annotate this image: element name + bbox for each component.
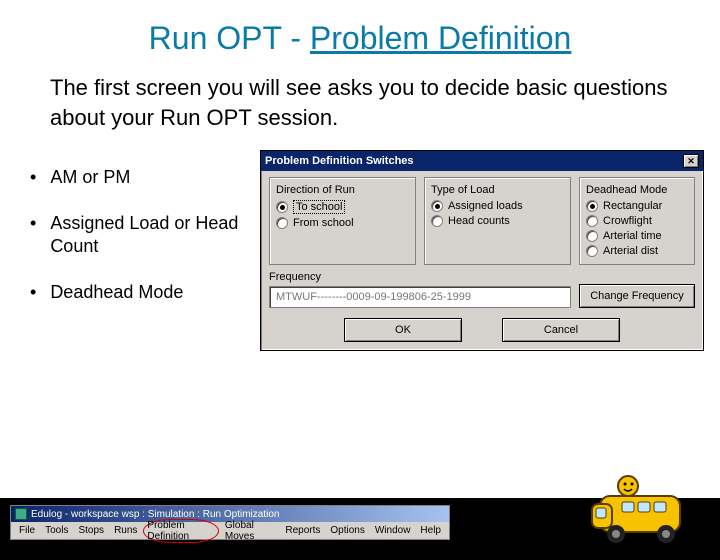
radio-head-counts[interactable]: Head counts — [431, 215, 564, 227]
radio-label: Arterial time — [603, 230, 662, 242]
dialog-title: Problem Definition Switches — [265, 155, 683, 167]
radio-label: Assigned loads — [448, 200, 523, 212]
frequency-label: Frequency — [269, 271, 571, 283]
menu-tools[interactable]: Tools — [41, 524, 72, 537]
frequency-input[interactable]: MTWUF--------0009-09-199806-25-1999 — [269, 286, 571, 308]
button-label: OK — [395, 324, 411, 336]
bus-icon — [582, 474, 702, 550]
slide-subtitle: The first screen you will see asks you t… — [50, 73, 670, 132]
radio-crowflight[interactable]: Crowflight — [586, 215, 688, 227]
radio-label: To school — [293, 200, 345, 214]
menu-global-moves[interactable]: Global Moves — [221, 519, 279, 543]
menu-stops[interactable]: Stops — [74, 524, 108, 537]
bullet-text: AM or PM — [50, 166, 130, 189]
menu-options[interactable]: Options — [326, 524, 368, 537]
close-icon: ✕ — [687, 156, 695, 167]
radio-icon — [431, 215, 443, 227]
menu-runs[interactable]: Runs — [110, 524, 141, 537]
title-underlined: Problem Definition — [310, 20, 571, 56]
app-menubar-screenshot: Edulog - workspace wsp : Simulation : Ru… — [10, 505, 450, 540]
slide-title: Run OPT - Problem Definition — [0, 20, 720, 57]
radio-to-school[interactable]: To school — [276, 200, 409, 214]
group-label: Type of Load — [431, 184, 564, 196]
menu-window[interactable]: Window — [371, 524, 415, 537]
deadhead-group: Deadhead Mode Rectangular Crowflight Art… — [579, 177, 695, 265]
menu-reports[interactable]: Reports — [281, 524, 324, 537]
dialog-titlebar[interactable]: Problem Definition Switches ✕ — [261, 151, 703, 171]
button-label: Cancel — [544, 324, 578, 336]
radio-icon — [276, 201, 288, 213]
group-label: Direction of Run — [276, 184, 409, 196]
direction-group: Direction of Run To school From school — [269, 177, 416, 265]
bullet-text: Deadhead Mode — [50, 281, 183, 304]
radio-label: Rectangular — [603, 200, 662, 212]
radio-label: From school — [293, 217, 354, 229]
menu-file[interactable]: File — [15, 524, 39, 537]
radio-icon — [586, 215, 598, 227]
frequency-value: MTWUF--------0009-09-199806-25-1999 — [276, 291, 471, 303]
cancel-button[interactable]: Cancel — [502, 318, 620, 342]
app-icon — [15, 508, 27, 520]
radio-arterial-dist[interactable]: Arterial dist — [586, 245, 688, 257]
ok-button[interactable]: OK — [344, 318, 462, 342]
radio-rectangular[interactable]: Rectangular — [586, 200, 688, 212]
load-group: Type of Load Assigned loads Head counts — [424, 177, 571, 265]
bullet-item: Deadhead Mode — [30, 281, 260, 304]
problem-definition-dialog: Problem Definition Switches ✕ Direction … — [260, 150, 704, 351]
radio-label: Head counts — [448, 215, 510, 227]
menu-problem-definition[interactable]: Problem Definition — [143, 519, 218, 543]
title-prefix: Run OPT - — [149, 20, 310, 56]
radio-from-school[interactable]: From school — [276, 217, 409, 229]
menu-help[interactable]: Help — [416, 524, 445, 537]
bullet-item: AM or PM — [30, 166, 260, 189]
radio-icon — [586, 245, 598, 257]
radio-arterial-time[interactable]: Arterial time — [586, 230, 688, 242]
group-label: Deadhead Mode — [586, 184, 688, 196]
change-frequency-button[interactable]: Change Frequency — [579, 284, 695, 308]
radio-label: Crowflight — [603, 215, 652, 227]
bullet-item: Assigned Load or Head Count — [30, 212, 260, 259]
bullet-list: AM or PM Assigned Load or Head Count Dea… — [30, 150, 260, 351]
radio-assigned-loads[interactable]: Assigned loads — [431, 200, 564, 212]
radio-icon — [586, 230, 598, 242]
app-menu: File Tools Stops Runs Problem Definition… — [11, 522, 449, 539]
radio-icon — [276, 217, 288, 229]
button-label: Change Frequency — [590, 290, 684, 302]
radio-icon — [586, 200, 598, 212]
close-button[interactable]: ✕ — [683, 154, 699, 168]
radio-label: Arterial dist — [603, 245, 658, 257]
bullet-text: Assigned Load or Head Count — [50, 212, 260, 259]
radio-icon — [431, 200, 443, 212]
